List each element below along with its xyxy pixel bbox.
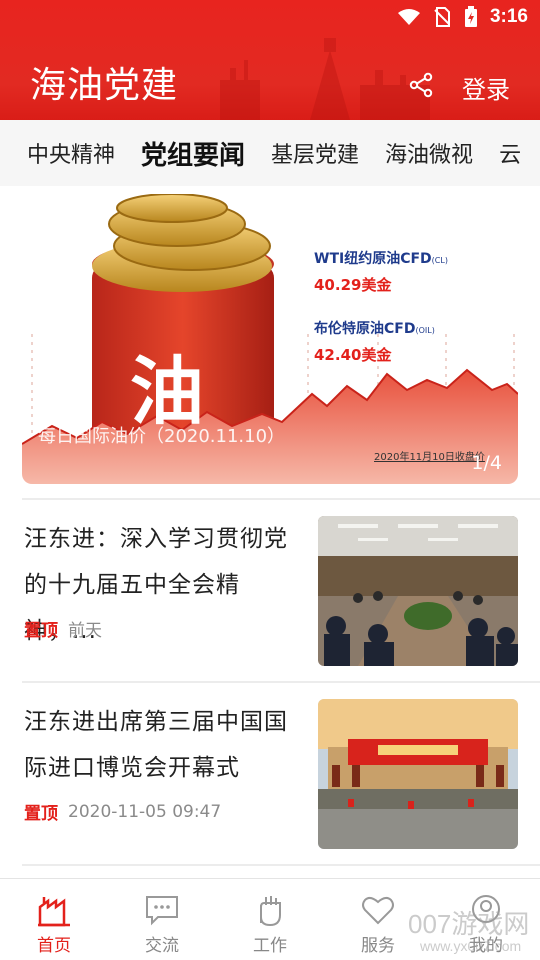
- nav-home[interactable]: 首页: [0, 879, 108, 960]
- app-header: 3:16 海油党建 登录: [0, 0, 540, 120]
- tab-party-news[interactable]: 党组要闻: [141, 135, 245, 172]
- watermark-logo: 007游戏网: [408, 909, 530, 939]
- banner-caption: 每日国际油价（2020.11.10）: [38, 426, 286, 447]
- category-tabs: 中央精神 党组要闻 基层党建 海油微视 云: [0, 120, 540, 186]
- close-price-note: 2020年11月10日收盘价: [374, 452, 485, 463]
- divider: [22, 681, 540, 683]
- news-time: 2020-11-05 09:47: [68, 801, 222, 822]
- pinned-badge: 置顶: [24, 804, 58, 824]
- divider: [22, 498, 540, 500]
- featured-banner[interactable]: 油 WTI纽约原油CFD(CL) 40.29美金 布伦特原油CFD(OIL) 4…: [22, 194, 518, 484]
- banner-page-indicator: 1/4: [471, 452, 502, 474]
- news-title: 汪东进出席第三届中国国际进口博览会开幕式: [24, 709, 288, 781]
- news-item[interactable]: 汪东进出席第三届中国国际进口博览会开幕式 置顶 2020-11-05 09:47: [22, 699, 518, 849]
- status-bar: 3:16: [0, 0, 540, 36]
- meeting-room-thumbnail: [318, 516, 518, 666]
- home-factory-icon: [38, 897, 70, 927]
- wti-price: 40.29美金: [314, 276, 392, 294]
- nav-work-label: 工作: [253, 936, 287, 956]
- news-meta: 置顶 2020-11-05 09:47: [24, 799, 222, 825]
- share-icon[interactable]: [408, 72, 434, 98]
- divider: [22, 864, 540, 866]
- news-time: 前天: [68, 621, 102, 641]
- watermark-url: www.yx007.com: [420, 938, 522, 954]
- battery-charging-icon: [465, 6, 477, 27]
- wti-label: WTI纽约原油CFD(CL): [314, 251, 448, 267]
- tab-central-spirit[interactable]: 中央精神: [27, 137, 115, 169]
- no-sim-icon: [434, 7, 450, 27]
- brent-label: 布伦特原油CFD(OIL): [314, 321, 435, 337]
- login-button[interactable]: 登录: [462, 70, 510, 105]
- news-meta: 置顶 前天: [24, 616, 102, 641]
- nav-service-label: 服务: [361, 936, 395, 956]
- app-title: 海油党建: [30, 65, 179, 106]
- brent-price: 42.40美金: [314, 346, 392, 364]
- news-item[interactable]: 汪东进：深入学习贯彻党的十九届五中全会精神，... 置顶 前天: [22, 516, 518, 666]
- status-time: 3:16: [489, 6, 528, 27]
- hand-icon: [260, 896, 281, 927]
- nav-home-label: 首页: [37, 936, 71, 956]
- heart-icon: [362, 896, 394, 925]
- tab-cloud[interactable]: 云: [499, 137, 521, 169]
- tab-grassroots[interactable]: 基层党建: [271, 137, 359, 169]
- nav-chat[interactable]: 交流: [108, 879, 216, 960]
- pinned-badge: 置顶: [24, 621, 58, 641]
- tab-micro-video[interactable]: 海油微视: [385, 137, 473, 169]
- nav-chat-label: 交流: [145, 936, 179, 956]
- wifi-icon: [398, 9, 420, 25]
- expo-building-thumbnail: [318, 699, 518, 849]
- nav-work[interactable]: 工作: [216, 879, 324, 960]
- chat-icon: [146, 896, 178, 926]
